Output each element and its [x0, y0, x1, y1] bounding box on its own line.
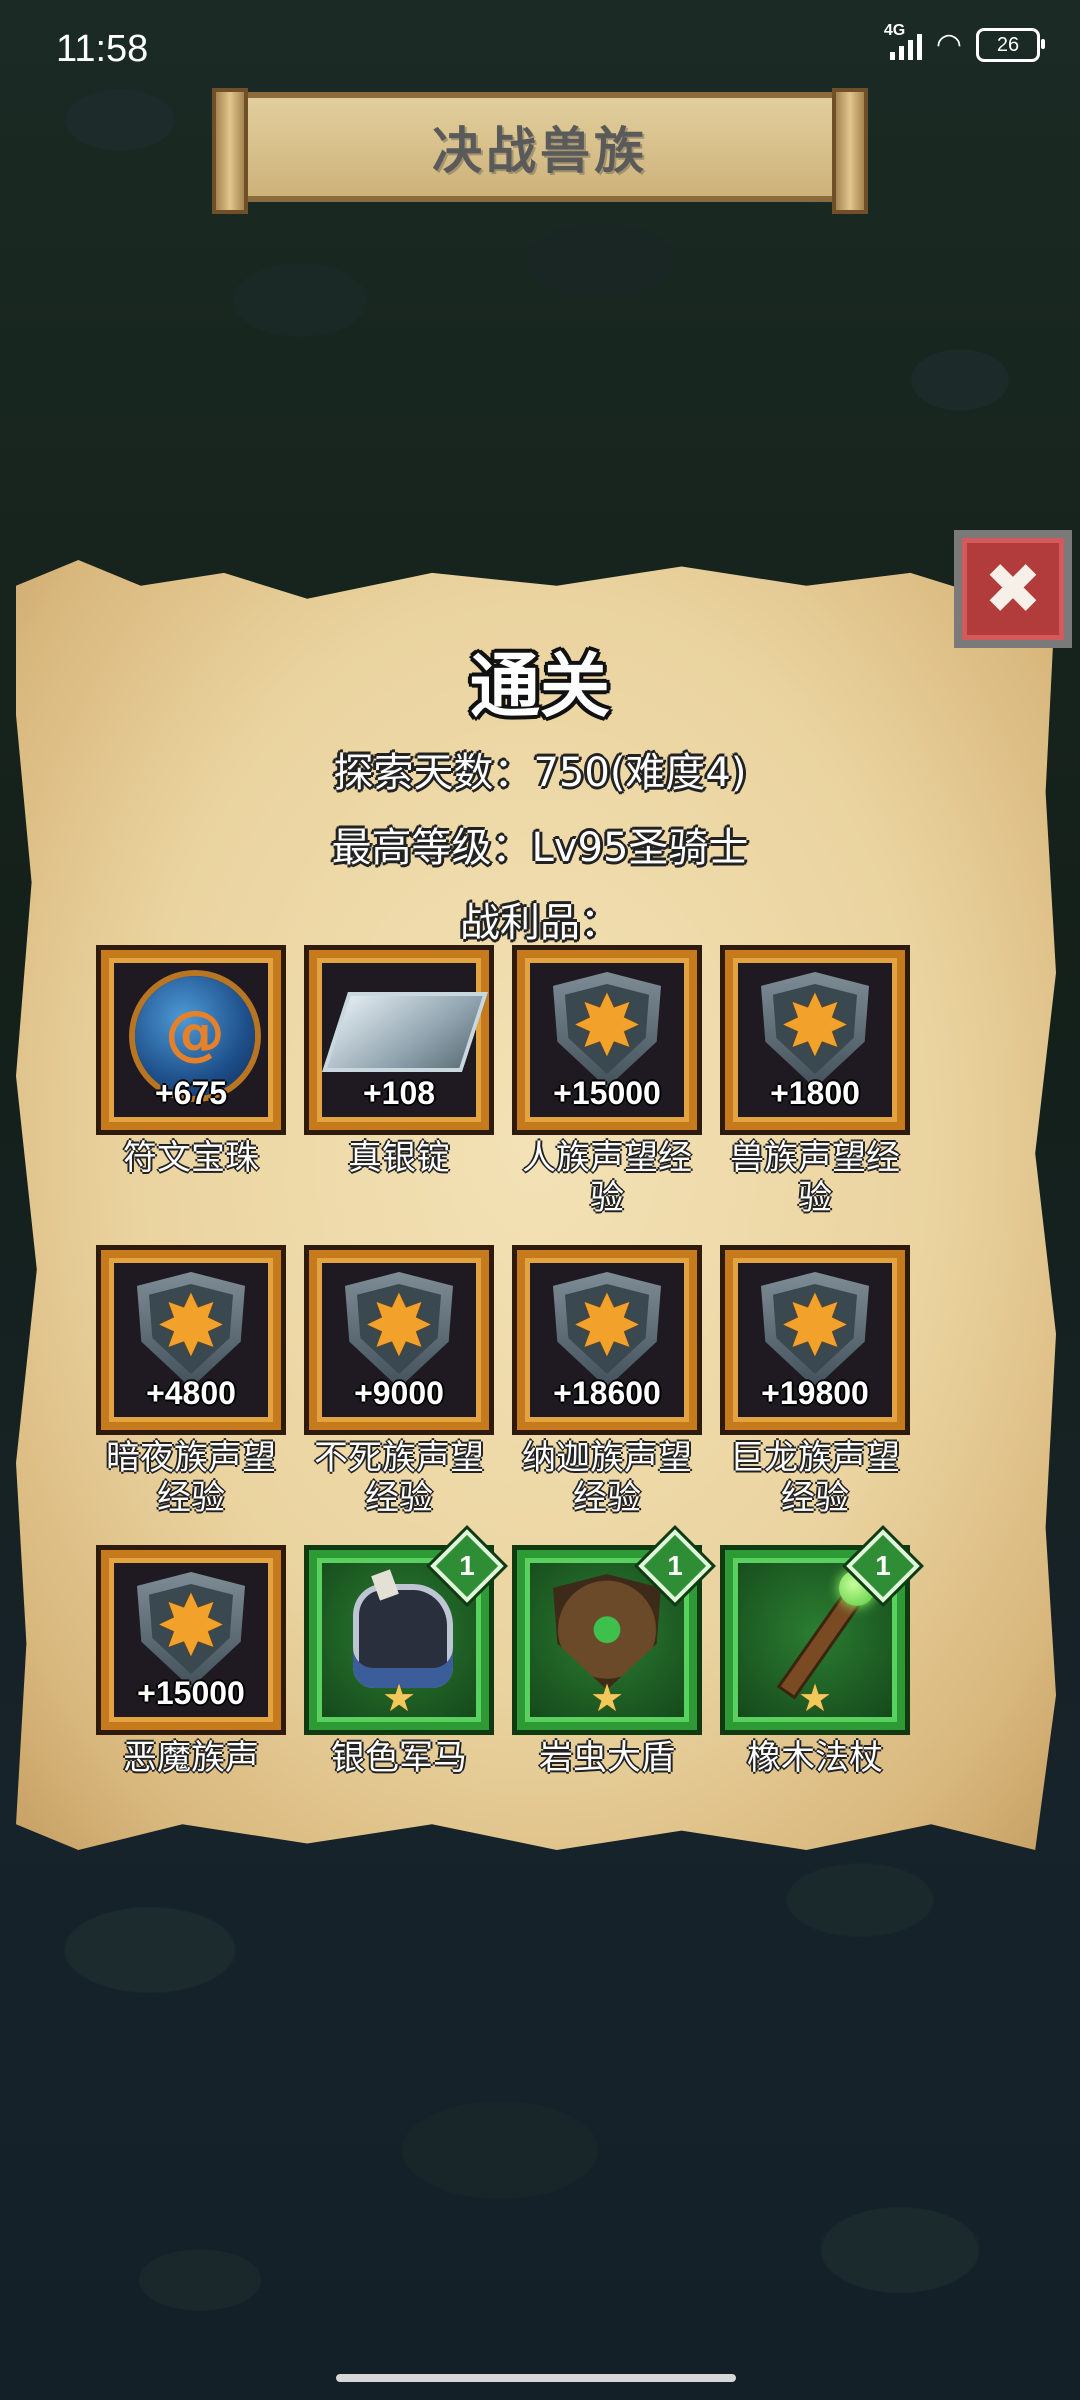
reward-tile: ✸ +19800 [725, 1250, 905, 1430]
reward-tile: ✸ +1800 [725, 950, 905, 1130]
reward-amount: +15000 [137, 1675, 245, 1711]
reward-amount: +9000 [354, 1375, 444, 1411]
max-level-text: 最高等级：Lv95圣骑士 [331, 825, 749, 871]
star-icon: ★ [381, 1676, 417, 1720]
explore-days-text: 探索天数：750(难度4) [333, 750, 747, 796]
reward-amount: +108 [362, 1075, 436, 1111]
signal-icon: 4G [884, 22, 922, 60]
wifi-icon: ◠ [935, 27, 962, 62]
reward-item[interactable]: ★ 1 银色军马 [304, 1529, 504, 1778]
reward-amount: +675 [154, 1075, 228, 1111]
reward-name: 兽族声望经验 [730, 1138, 900, 1218]
reward-name: 人族声望经验 [522, 1138, 692, 1218]
reward-name: 银色军马 [331, 1738, 467, 1778]
status-time: 11:58 [56, 28, 149, 70]
reward-item[interactable]: ✸ +18600 纳迦族声望经验 [512, 1250, 702, 1518]
reward-tile: ✸ +18600 [517, 1250, 697, 1430]
star-icon: ★ [589, 1676, 625, 1720]
reward-name: 岩虫大盾 [539, 1738, 675, 1778]
reward-amount: +18600 [553, 1375, 661, 1411]
home-indicator[interactable] [336, 2374, 736, 2382]
reward-item[interactable]: ✸ +1800 兽族声望经验 [720, 950, 910, 1218]
reward-name: 不死族声望经验 [314, 1438, 484, 1518]
game-screen: 11:58 4G ◠ 26 决战兽族 ✖ 通关 探索天数：750(难度4) 最高… [0, 0, 1080, 2400]
network-type: 4G [883, 22, 906, 39]
reward-item[interactable]: ✸ +15000 人族声望经验 [512, 950, 702, 1218]
reward-amount: +4800 [146, 1375, 236, 1411]
rock-shield-icon [553, 1574, 661, 1690]
star-emblem-icon: ✸ [571, 977, 643, 1075]
loot-label: 战利品： [460, 900, 620, 946]
reward-name: 恶魔族声 [123, 1738, 259, 1778]
battery-level: 26 [996, 33, 1020, 56]
level-number: 1 [667, 1550, 683, 1581]
reward-item[interactable]: ✸ +4800 暗夜族声望经验 [96, 1250, 286, 1518]
reward-item[interactable]: ✸ +15000 恶魔族声 [96, 1550, 286, 1778]
reward-item[interactable]: +108 真银锭 [304, 950, 494, 1178]
reward-item[interactable]: ★ 1 橡木法杖 [720, 1529, 920, 1778]
star-emblem-icon: ✸ [155, 1577, 227, 1675]
reward-tile: +675 [101, 950, 281, 1130]
reward-amount: +15000 [553, 1075, 661, 1111]
battery-icon: 26 [976, 28, 1045, 62]
star-emblem-icon: ✸ [571, 1277, 643, 1375]
reward-amount: +19800 [761, 1375, 869, 1411]
reward-tile: ★ 1 [725, 1529, 920, 1730]
reward-tile: ✸ +15000 [101, 1550, 281, 1730]
reward-name: 真银锭 [348, 1138, 450, 1178]
reward-item[interactable]: +675 符文宝珠 [96, 950, 286, 1178]
ingot-icon [322, 992, 488, 1072]
star-icon: ★ [797, 1676, 833, 1720]
star-emblem-icon: ✸ [779, 1277, 851, 1375]
title-banner: 决战兽族 [212, 88, 868, 214]
reward-tile: +108 [309, 950, 489, 1130]
status-icons: 4G ◠ 26 [884, 22, 1045, 62]
result-heading: 通关 [470, 645, 610, 727]
reward-tile: ★ 1 [309, 1529, 504, 1730]
star-emblem-icon: ✸ [155, 1277, 227, 1375]
close-icon: ✖ [983, 548, 1043, 630]
reward-name: 符文宝珠 [123, 1138, 259, 1178]
reward-amount: +1800 [770, 1075, 860, 1111]
reward-tile: ✸ +4800 [101, 1250, 281, 1430]
horse-icon [353, 1584, 453, 1688]
reward-tile: ★ 1 [517, 1529, 712, 1730]
reward-item[interactable]: ✸ +19800 巨龙族声望经验 [720, 1250, 910, 1518]
reward-tile: ✸ +15000 [517, 950, 697, 1130]
reward-name: 暗夜族声望经验 [106, 1438, 276, 1518]
page-title: 决战兽族 [432, 122, 648, 180]
reward-item[interactable]: ★ 1 岩虫大盾 [512, 1529, 712, 1778]
level-number: 1 [875, 1550, 891, 1581]
star-emblem-icon: ✸ [363, 1277, 435, 1375]
reward-name: 橡木法杖 [747, 1738, 883, 1778]
star-emblem-icon: ✸ [779, 977, 851, 1075]
reward-item[interactable]: ✸ +9000 不死族声望经验 [304, 1250, 494, 1518]
level-number: 1 [459, 1550, 475, 1581]
reward-tile: ✸ +9000 [309, 1250, 489, 1430]
reward-name: 巨龙族声望经验 [730, 1438, 900, 1518]
reward-name: 纳迦族声望经验 [522, 1438, 692, 1518]
